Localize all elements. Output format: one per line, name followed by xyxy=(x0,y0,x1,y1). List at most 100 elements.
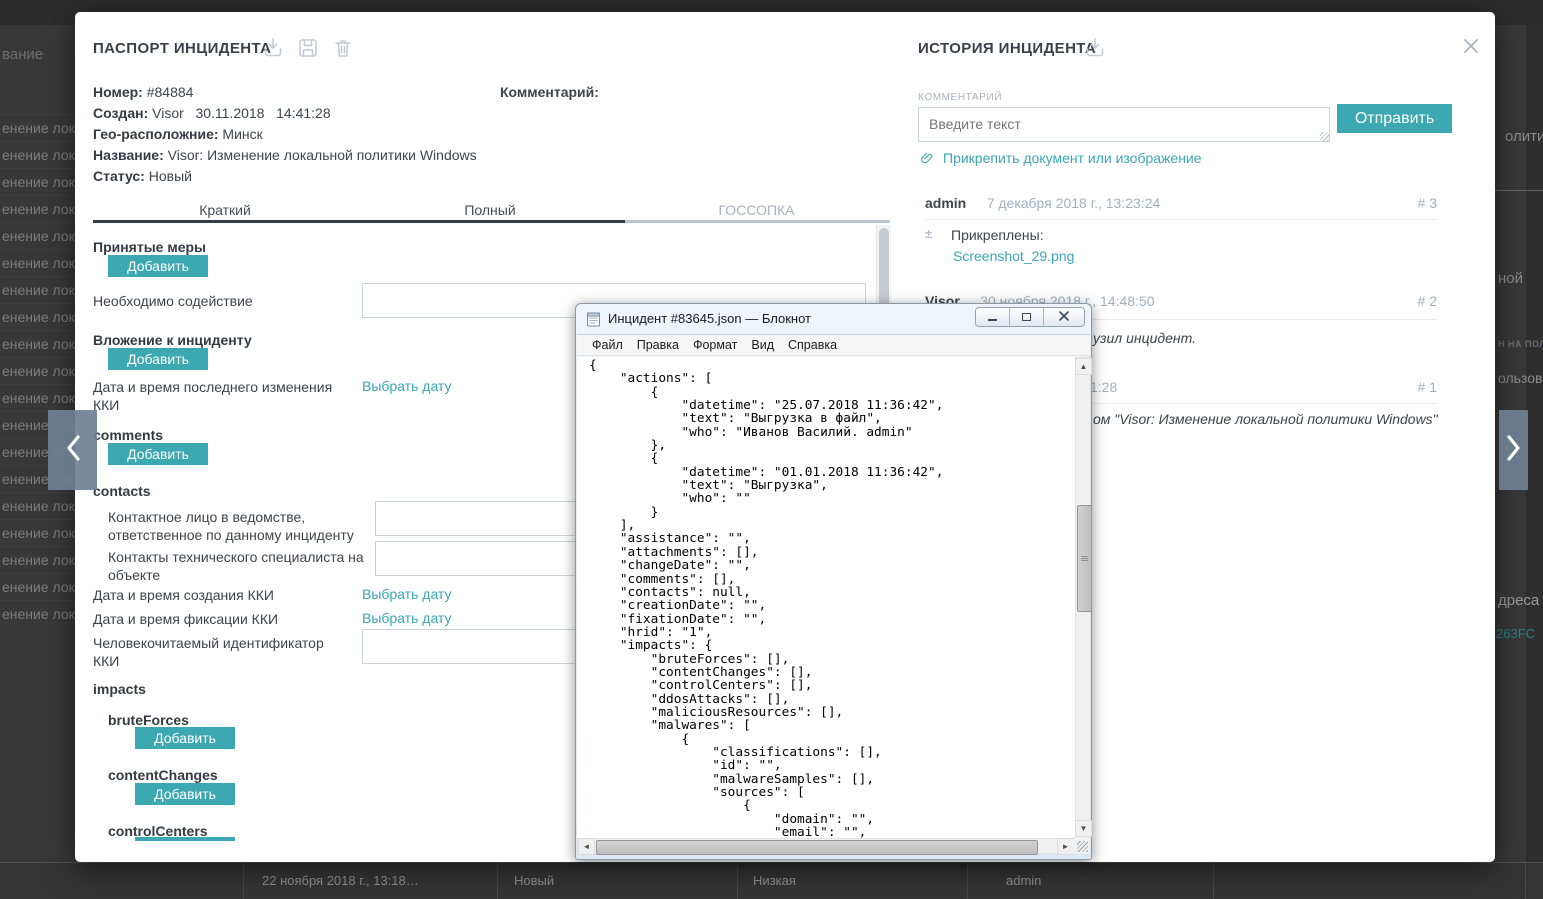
background-fragment: олитик xyxy=(1505,128,1543,145)
field-value: Visor 30.11.2018 14:41:28 xyxy=(152,105,331,121)
attach-document-label: Прикрепить документ или изображение xyxy=(943,150,1202,166)
add-attachment-button[interactable]: Добавить xyxy=(108,348,208,370)
table-row: енение лока... xyxy=(0,276,76,303)
entry-divider xyxy=(925,219,1437,220)
background-table-rows: енение лока...енение лока...енение лока.… xyxy=(0,114,76,627)
impacts-key-label: impacts xyxy=(93,681,146,697)
vscrollbar-thumb[interactable] xyxy=(1077,505,1092,612)
add-bruteforce-button[interactable]: Добавить xyxy=(135,727,235,749)
trash-icon[interactable] xyxy=(331,36,355,60)
contact-person-label: Контактное лицо в ведомстве, ответственн… xyxy=(108,509,354,543)
resize-grip[interactable] xyxy=(1320,132,1329,141)
menu-item[interactable]: Файл xyxy=(585,336,630,354)
history-comment-label: КОММЕНТАРИЙ xyxy=(918,92,1003,103)
tab-polnyy[interactable]: Полный xyxy=(357,202,623,218)
window-title: Инцидент #83645.json — Блокнот xyxy=(608,311,811,326)
table-row: енение лока... xyxy=(0,546,76,573)
background-table-bottom-row: 22 ноября 2018 г., 13:18… Новый Низкая a… xyxy=(0,862,1543,899)
background-right-strip xyxy=(1526,25,1543,898)
window-controls xyxy=(975,307,1085,327)
table-row: енение лока... xyxy=(0,330,76,357)
table-row: енение лока... xyxy=(0,249,76,276)
notepad-vscrollbar[interactable]: ▲ ▼ xyxy=(1075,357,1092,838)
field-number: Номер: #84884 xyxy=(93,84,193,100)
pick-date-link-last-change[interactable]: Выбрать дату xyxy=(362,378,452,394)
notepad-hscrollbar[interactable]: ◄ ► xyxy=(577,838,1075,855)
entry-date: 7 декабря 2018 г., 13:23:24 xyxy=(986,195,1161,211)
comment-input[interactable] xyxy=(918,107,1330,142)
hscrollbar-thumb[interactable] xyxy=(596,840,1038,855)
maximize-icon xyxy=(1022,313,1031,321)
attached-label: Прикреплены: xyxy=(951,227,1044,243)
field-label: Статус: xyxy=(93,168,145,184)
notepad-menubar: Файл Правка Формат Вид Справка xyxy=(577,334,1090,356)
entry-number: # 2 xyxy=(1417,293,1437,309)
cell-status: Новый xyxy=(514,873,555,888)
notepad-text-area[interactable]: { "actions": [ { "datetime": "25.07.2018… xyxy=(577,357,1075,838)
entry-text-fragment: ом "Visor: Изменение локальной политики … xyxy=(1093,411,1438,427)
notepad-window: Инцидент #83645.json — Блокнот Файл Правк… xyxy=(575,303,1092,860)
download-icon[interactable] xyxy=(261,36,285,60)
prev-incident-button[interactable] xyxy=(48,410,97,490)
minimize-button[interactable] xyxy=(976,308,1009,326)
field-created: Создан: Visor 30.11.2018 14:41:28 xyxy=(93,105,331,121)
field-geo: Гео-расположние: Минск xyxy=(93,126,263,142)
table-row: енение лока... xyxy=(0,141,76,168)
close-icon[interactable] xyxy=(1463,38,1479,59)
column-divider xyxy=(1525,863,1526,899)
close-window-button[interactable] xyxy=(1043,308,1084,326)
send-button[interactable]: Отправить xyxy=(1337,104,1452,133)
fixation-date-label: Дата и время фиксации ККИ xyxy=(93,611,279,627)
field-status: Статус: Новый xyxy=(93,168,192,184)
attach-document-link[interactable]: Прикрепить документ или изображение xyxy=(920,150,1202,166)
cell-user: admin xyxy=(1006,873,1042,888)
background-divider xyxy=(1495,190,1543,191)
maximize-button[interactable] xyxy=(1009,308,1043,326)
scroll-up-arrow[interactable]: ▲ xyxy=(1075,358,1092,375)
menu-item[interactable]: Вид xyxy=(744,336,781,354)
field-label: Номер: xyxy=(93,84,143,100)
json-content[interactable]: { "actions": [ { "datetime": "25.07.2018… xyxy=(577,357,1075,838)
attachment-file-link[interactable]: Screenshot_29.png xyxy=(953,248,1074,264)
add-contentchange-button[interactable]: Добавить xyxy=(135,783,235,805)
menu-item[interactable]: Справка xyxy=(781,336,844,354)
add-controlcenter-button[interactable]: Добавить xyxy=(135,837,235,841)
menu-item[interactable]: Формат xyxy=(686,336,744,354)
save-icon[interactable] xyxy=(296,36,320,60)
table-row: енение лока... xyxy=(0,492,76,519)
menu-item[interactable]: Правка xyxy=(630,336,686,354)
table-row: енение лока... xyxy=(0,222,76,249)
table-row: енение лока... xyxy=(0,573,76,600)
add-comment-button[interactable]: Добавить xyxy=(108,443,208,465)
add-measure-button[interactable]: Добавить xyxy=(108,255,208,277)
background-fragment: ной xyxy=(1498,270,1524,287)
field-label: Название: xyxy=(93,147,164,163)
field-label: Создан: xyxy=(93,105,149,121)
entry-number: # 1 xyxy=(1417,379,1437,395)
column-divider xyxy=(967,863,968,899)
download-icon[interactable] xyxy=(1083,36,1107,60)
table-row: енение лока... xyxy=(0,168,76,195)
tab-gossopka[interactable]: ГОССОПКА xyxy=(623,202,890,218)
history-entry: admin 7 декабря 2018 г., 13:23:24 # 3 xyxy=(925,195,1437,220)
pick-date-link-fixation[interactable]: Выбрать дату xyxy=(362,610,452,626)
background-fragment: дреса у xyxy=(1498,592,1543,609)
tab-kratkiy[interactable]: Краткий xyxy=(93,202,357,218)
cell-created: 22 ноября 2018 г., 13:18… xyxy=(262,873,419,888)
chevron-right-icon xyxy=(1506,434,1522,467)
taken-measures-label: Принятые меры xyxy=(93,239,206,255)
field-value: Новый xyxy=(148,168,192,184)
notepad-icon xyxy=(586,311,601,332)
scroll-left-arrow[interactable]: ◄ xyxy=(578,838,595,855)
pick-date-link-creation[interactable]: Выбрать дату xyxy=(362,586,452,602)
hrid-label: Человекочитаемый идентификатор ККИ xyxy=(93,635,324,669)
table-row: енение лока... xyxy=(0,357,76,384)
window-resize-grip[interactable] xyxy=(1073,837,1090,854)
background-fragment: Н НА ПОЛЬ xyxy=(1498,339,1543,349)
column-divider xyxy=(737,863,738,899)
scroll-down-arrow[interactable]: ▼ xyxy=(1075,820,1092,837)
last-change-label: Дата и время последнего изменения ККИ xyxy=(93,379,333,413)
scroll-right-arrow[interactable]: ► xyxy=(1057,838,1074,855)
next-incident-button[interactable] xyxy=(1499,410,1528,490)
field-label: Гео-расположние: xyxy=(93,126,219,142)
